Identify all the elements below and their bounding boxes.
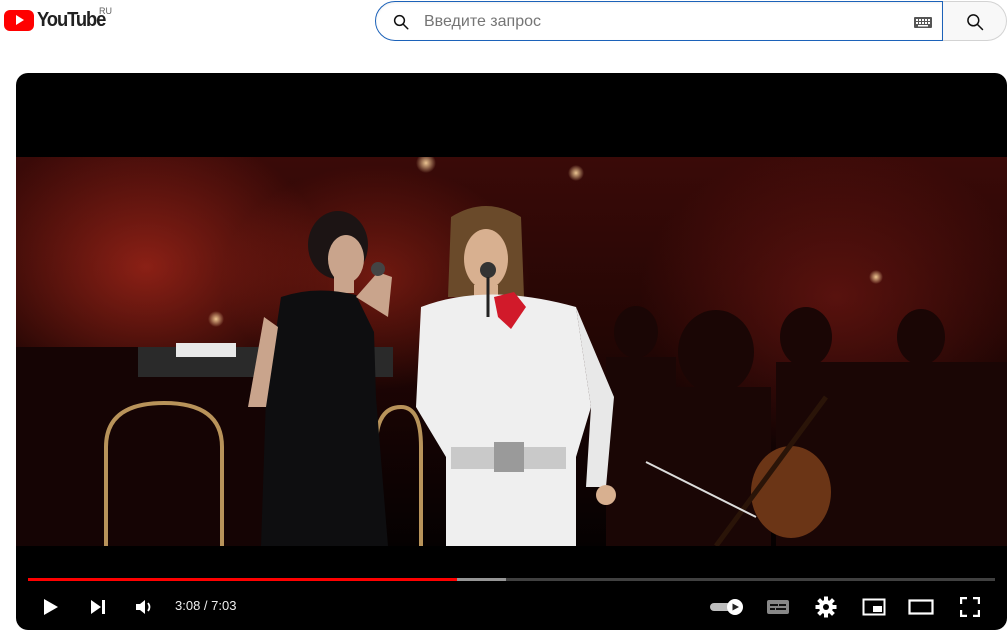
subtitles-button[interactable] [765,583,791,630]
video-frame[interactable] [16,157,1007,546]
theater-icon [908,598,934,615]
next-icon [91,599,105,614]
time-display: 3:08 / 7:03 [175,598,236,613]
current-time: 3:08 [175,598,201,613]
youtube-logo-icon [4,9,34,31]
youtube-logo[interactable]: YouTube [4,8,111,32]
region-code: RU [99,6,112,16]
subtitles-icon [767,599,789,614]
settings-button[interactable] [813,583,839,630]
autoplay-toggle-icon [710,598,743,615]
search-box[interactable] [375,1,943,41]
play-button[interactable] [38,583,64,630]
miniplayer-icon [862,598,886,615]
player-controls: 3:08 / 7:03 [16,583,1007,630]
progress-bar[interactable] [28,578,995,581]
video-scene [16,157,1007,546]
play-icon [44,598,58,615]
logo-text: YouTube [37,8,106,31]
search-icon [967,14,984,31]
volume-icon [136,599,151,614]
search-button[interactable] [943,1,1007,41]
time-separator: / [200,598,212,613]
theater-button[interactable] [907,583,935,630]
video-player[interactable]: 3:08 / 7:03 [16,73,1007,630]
settings-icon [815,596,837,617]
fullscreen-icon [960,596,980,617]
duration: 7:03 [211,598,237,613]
search-input[interactable] [424,10,894,34]
progress-played [28,578,458,581]
fullscreen-button[interactable] [958,583,982,630]
masthead: YouTube RU [0,0,1008,50]
volume-button[interactable] [132,583,156,630]
search-icon [393,14,409,30]
autoplay-toggle[interactable] [709,583,745,630]
next-button[interactable] [86,583,110,630]
keyboard-icon[interactable] [914,17,932,28]
miniplayer-button[interactable] [861,583,887,630]
